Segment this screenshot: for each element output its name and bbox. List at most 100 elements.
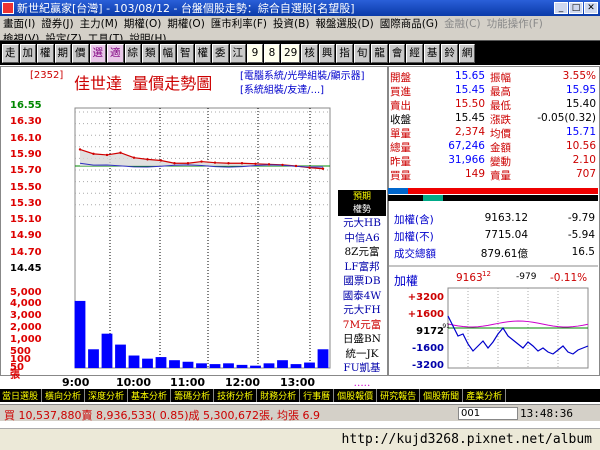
price-axis-label: 15.70	[10, 165, 42, 177]
toolbar-button[interactable]: 核	[301, 43, 318, 63]
price-axis-label: 15.50	[10, 181, 42, 193]
volume-bar	[101, 333, 113, 368]
price-axis-label: 14.45	[10, 263, 42, 274]
clock: 13:48:36	[520, 407, 573, 420]
broker-item[interactable]: 統一JK	[338, 347, 386, 362]
menu-item[interactable]: 國際商品(G)	[380, 16, 438, 31]
analysis-tab[interactable]: 研究報告	[380, 389, 421, 402]
toolbar-button[interactable]: 智	[177, 43, 194, 63]
price-point	[119, 151, 122, 154]
menu-item[interactable]: 金融(C)	[444, 16, 481, 31]
toolbar-button[interactable]: 幅	[159, 43, 176, 63]
broker-item[interactable]: 7M元富	[338, 318, 386, 333]
broker-header[interactable]: 預期	[338, 190, 386, 203]
broker-item[interactable]: LF富邦	[338, 260, 386, 275]
mini-value-sub: 12	[482, 270, 491, 278]
toolbar-button[interactable]: 類	[142, 43, 159, 63]
bid-ask-strip	[423, 195, 443, 201]
toolbar-button[interactable]: 龍	[371, 43, 388, 63]
menu-item[interactable]: 報盤選股(D)	[315, 16, 373, 31]
toolbar-button[interactable]: 委	[212, 43, 229, 63]
broker-item[interactable]: 日盛BN	[338, 332, 386, 347]
index-label: 加權(含)	[394, 214, 434, 226]
volume-bar	[223, 363, 234, 368]
volume-bar	[88, 349, 99, 368]
analysis-tab[interactable]: 橫向分析	[45, 389, 86, 402]
analysis-tab[interactable]: 深度分析	[88, 389, 129, 402]
toolbar-button[interactable]: 加	[19, 43, 36, 63]
toolbar-button[interactable]: 選	[89, 43, 106, 63]
broker-list: 預期 權勢 元大HB 中信A6 8Z元富 LF富邦 國票DB 國泰4W 元大FH 7M元富 日盛BN…	[338, 190, 386, 390]
bid-ask-strip	[388, 188, 408, 194]
toolbar-button[interactable]: 興	[318, 43, 336, 63]
analysis-tab[interactable]: 基本分析	[131, 389, 172, 402]
volume-bar	[155, 357, 167, 368]
mini-label: 加權	[394, 274, 419, 288]
toolbar-button[interactable]: 期	[54, 43, 71, 63]
analysis-tab[interactable]: 個股報價	[337, 389, 378, 402]
index-row: 加權(不) 7715.04 -5.94	[390, 229, 600, 243]
menu-item[interactable]: 證券(J)	[41, 16, 73, 31]
price-axis-label: 14.70	[10, 246, 42, 258]
analysis-tab[interactable]: 籌碼分析	[174, 389, 215, 402]
price-point	[254, 162, 257, 165]
close-button[interactable]: ✕	[584, 2, 598, 14]
toolbar-button[interactable]: 適	[107, 43, 124, 63]
toolbar-button[interactable]: 經	[406, 43, 423, 63]
broker-item[interactable]: 中信A6	[338, 231, 386, 246]
broker-item[interactable]: 國泰4W	[338, 289, 386, 304]
toolbar-button[interactable]: 價	[72, 43, 89, 63]
broker-item[interactable]: 國票DB	[338, 274, 386, 289]
analysis-tab[interactable]: 產業分析	[466, 389, 507, 402]
broker-item[interactable]: .....	[338, 376, 386, 391]
toolbar-button[interactable]: 會	[388, 43, 406, 63]
toolbar-button[interactable]: 綜	[124, 43, 141, 63]
bid-ask-strip	[388, 188, 598, 194]
toolbar-button[interactable]: 指	[336, 43, 353, 63]
price-axis-label: 16.30	[10, 116, 42, 128]
price-point	[92, 152, 95, 156]
menu-item[interactable]: 功能操作(F)	[487, 16, 543, 31]
analysis-tab[interactable]: 技術分析	[217, 389, 258, 402]
menu-item[interactable]: 期權(O)	[124, 16, 161, 31]
broker-item[interactable]: 元大HB	[338, 216, 386, 231]
broker-item[interactable]: 8Z元富	[338, 245, 386, 260]
broker-item[interactable]: 元大FH	[338, 303, 386, 318]
analysis-tab[interactable]: 財務分析	[260, 389, 301, 402]
toolbar-button[interactable]: 權	[194, 43, 211, 63]
menu-item[interactable]: 投資(B)	[273, 16, 309, 31]
broker-item[interactable]: FU凱基	[338, 361, 386, 376]
minimize-button[interactable]: _	[554, 2, 568, 14]
toolbar-button[interactable]: 網	[458, 43, 476, 63]
price-point	[105, 153, 109, 157]
price-point	[78, 148, 82, 151]
maximize-button[interactable]: □	[569, 2, 583, 14]
toolbar-button[interactable]: 旬	[353, 43, 371, 63]
menu-row-1: 畫面(I) 證券(J) 主力(M) 期權(O) 期權(O) 匯市利率(F) 投資(B) 報盤選…	[0, 16, 600, 31]
menu-item[interactable]: 匯市利率(F)	[211, 16, 267, 31]
segment-field[interactable]: 001	[458, 407, 518, 420]
menu-item[interactable]: 主力(M)	[80, 16, 118, 31]
menu-item[interactable]: 期權(O)	[167, 16, 204, 31]
broker-header[interactable]: 權勢	[338, 203, 386, 216]
index-change: -5.94	[567, 229, 595, 241]
toolbar-button[interactable]: 鈴	[441, 43, 458, 63]
toolbar-button[interactable]: 走	[2, 43, 19, 63]
toolbar-button[interactable]: 權	[37, 43, 54, 63]
analysis-tab[interactable]: 當日選股	[2, 389, 43, 402]
price-point	[213, 161, 217, 164]
price-point	[200, 160, 203, 163]
watermark-url: http://kujd3268.pixnet.net/album	[341, 432, 592, 447]
toolbar-button[interactable]: 9	[247, 43, 263, 63]
toolbar-button[interactable]: 基	[423, 43, 441, 63]
toolbar-button[interactable]: 29	[281, 43, 301, 63]
price-axis-label: 15.10	[10, 214, 42, 226]
menu-item[interactable]: 畫面(I)	[3, 16, 35, 31]
mini-axis-text: -3200	[412, 360, 444, 371]
toolbar-button[interactable]: 江	[229, 43, 246, 63]
mini-axis-label: 9172 91	[390, 323, 450, 340]
analysis-tab[interactable]: 個股新聞	[423, 389, 464, 402]
toolbar-button[interactable]: 8	[264, 43, 280, 63]
analysis-tab[interactable]: 行事曆	[303, 389, 335, 402]
price-volume-chart[interactable]	[0, 66, 388, 376]
